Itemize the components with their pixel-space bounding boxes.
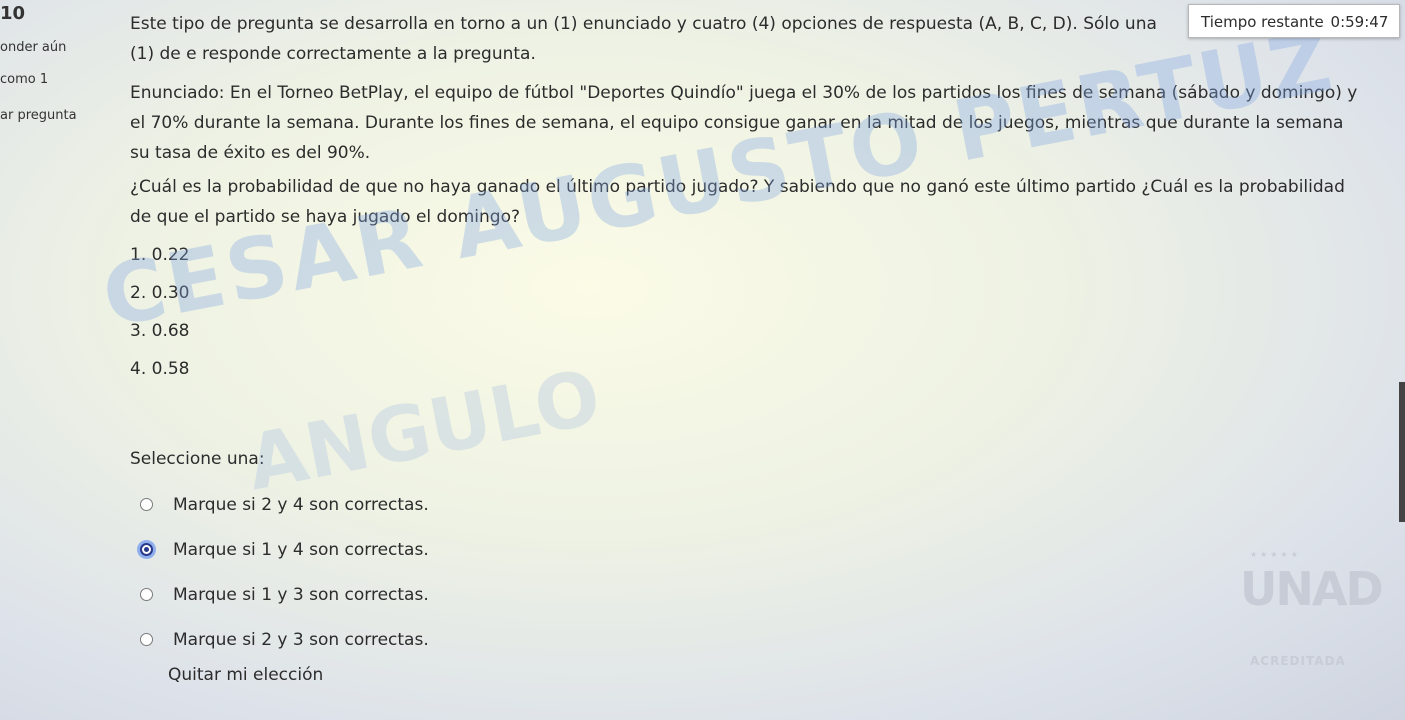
unad-logo: ★★★★★ UNAD ACREDITADA <box>1232 550 1384 686</box>
radio-button[interactable] <box>140 588 153 601</box>
flag-question-link[interactable]: ar pregunta <box>0 108 77 123</box>
timer-value: 0:59:47 <box>1330 13 1389 31</box>
radio-button-selected[interactable] <box>140 543 153 556</box>
question-prompt: ¿Cuál es la probabilidad de que no haya … <box>130 177 1345 227</box>
radio-button[interactable] <box>140 498 153 511</box>
answer-option-label: Marque si 2 y 3 son correctas. <box>173 629 429 650</box>
list-item: 3. 0.68 <box>130 321 190 341</box>
answer-option-4[interactable]: Marque si 2 y 3 son correctas. <box>140 617 429 662</box>
timer-label: Tiempo restante <box>1201 13 1324 31</box>
answer-option-label: Marque si 1 y 3 son correctas. <box>173 584 429 605</box>
answer-option-3[interactable]: Marque si 1 y 3 son correctas. <box>140 572 429 617</box>
quiz-timer: Tiempo restante 0:59:47 <box>1188 4 1400 38</box>
list-item: 1. 0.22 <box>130 245 190 265</box>
radio-button[interactable] <box>140 633 153 646</box>
logo-badge: ACREDITADA <box>1250 654 1346 668</box>
question-number: 10 <box>0 3 26 24</box>
answer-option-label: Marque si 2 y 4 son correctas. <box>173 494 429 515</box>
scrollbar-thumb[interactable] <box>1399 382 1405 522</box>
logo-word: UNAD <box>1240 562 1384 616</box>
list-item: 2. 0.30 <box>130 283 190 303</box>
question-intro: Este tipo de pregunta se desarrolla en t… <box>130 14 1157 64</box>
answer-option-1[interactable]: Marque si 2 y 4 son correctas. <box>140 482 429 527</box>
numbered-values-list: 1. 0.22 2. 0.30 3. 0.68 4. 0.58 <box>130 240 189 392</box>
answer-options: Marque si 2 y 4 son correctas. Marque si… <box>140 482 429 662</box>
list-item: 4. 0.58 <box>130 359 190 379</box>
answer-option-label: Marque si 1 y 4 son correctas. <box>173 539 429 560</box>
stars-icon: ★★★★★ <box>1250 550 1301 559</box>
answer-option-2[interactable]: Marque si 1 y 4 son correctas. <box>140 527 429 572</box>
question-statement: Enunciado: En el Torneo BetPlay, el equi… <box>130 83 1358 163</box>
select-one-label: Seleccione una: <box>130 449 265 469</box>
question-marks: como 1 <box>0 72 49 87</box>
clear-choice-link[interactable]: Quitar mi elección <box>168 660 323 690</box>
question-status: onder aún <box>0 40 67 55</box>
question-info-sidebar: 10 onder aún como 1 ar pregunta <box>0 0 110 720</box>
